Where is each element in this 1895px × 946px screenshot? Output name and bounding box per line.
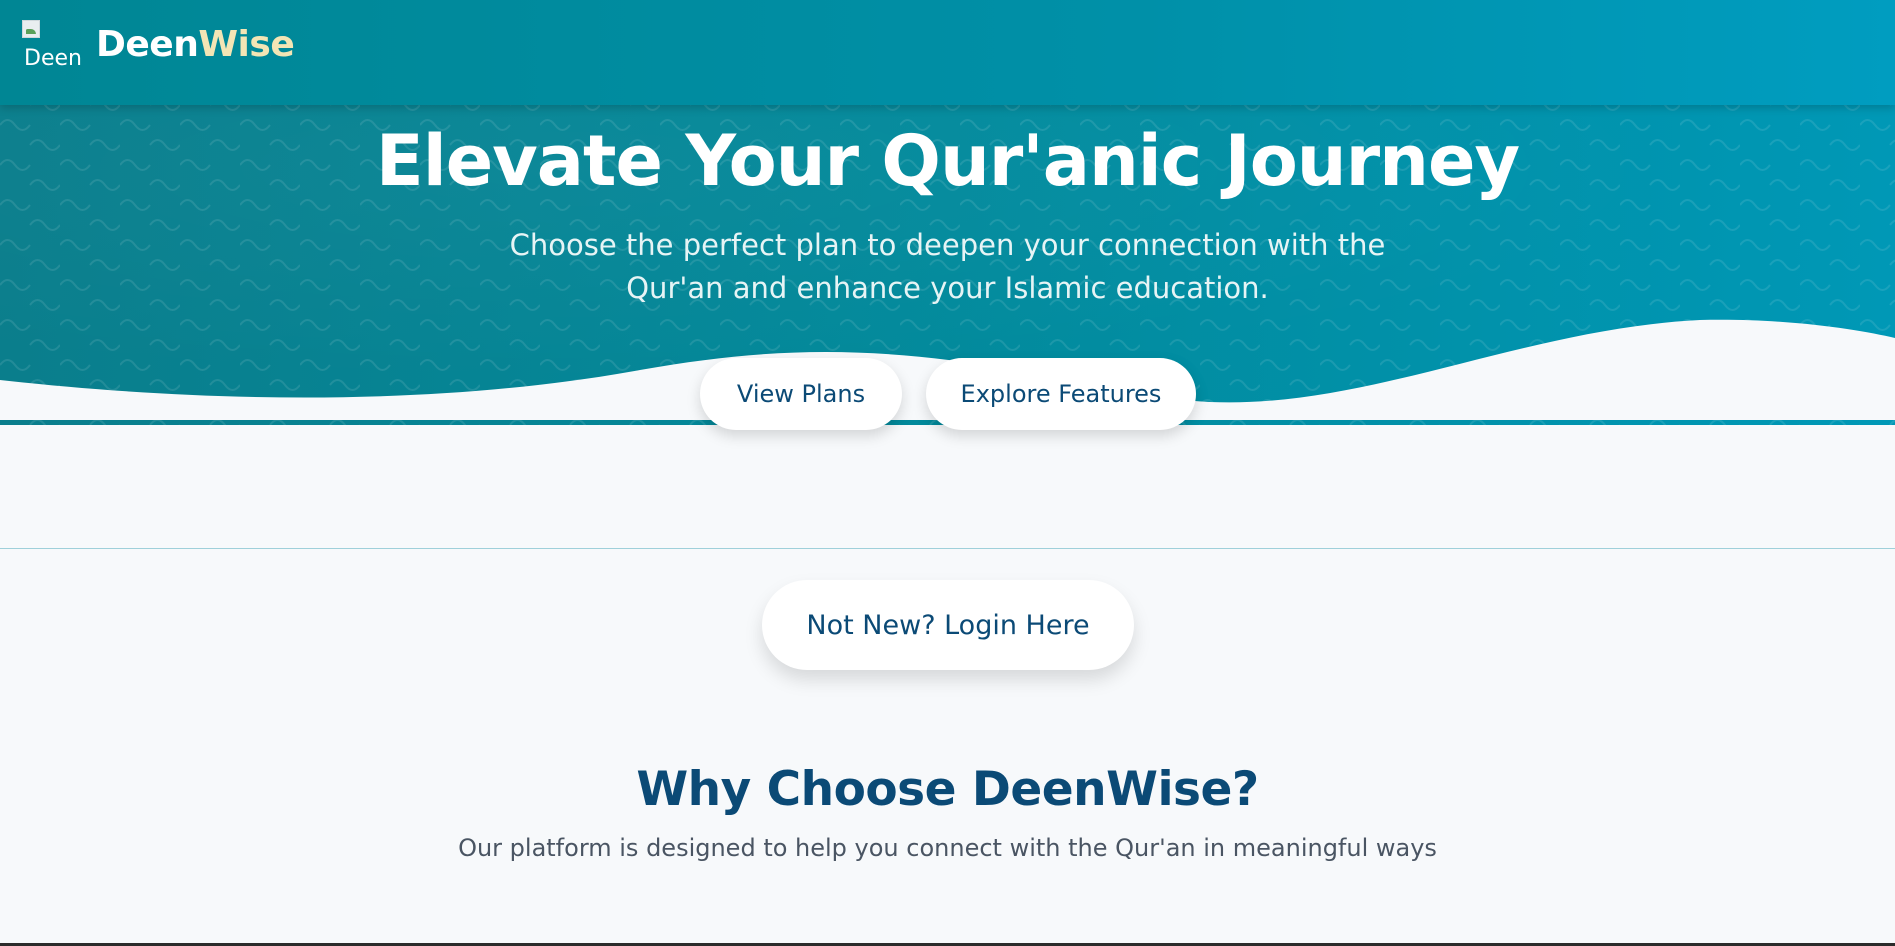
explore-features-button[interactable]: Explore Features [926, 358, 1196, 430]
brand-name-deen: Deen [96, 24, 199, 65]
view-plans-button[interactable]: View Plans [700, 358, 902, 430]
page: Deen DeenWise Elevate Your Qur'anic Jour… [0, 0, 1895, 946]
why-choose-subtitle: Our platform is designed to help you con… [458, 834, 1437, 862]
brand-name-wise: Wise [198, 24, 295, 65]
section-divider [0, 548, 1895, 549]
login-button[interactable]: Not New? Login Here [762, 580, 1134, 670]
logo-alt-text: Deen [24, 46, 82, 71]
broken-image-icon [22, 20, 40, 38]
hero-subtitle: Choose the perfect plan to deepen your c… [0, 224, 1895, 310]
hero-subtitle-line-2: Qur'an and enhance your Islamic educatio… [626, 271, 1269, 305]
hero-subtitle-line-1: Choose the perfect plan to deepen your c… [509, 228, 1386, 262]
logo-image[interactable]: Deen [22, 20, 88, 72]
top-navbar: Deen DeenWise [0, 0, 1895, 105]
hero-title: Elevate Your Qur'anic Journey [375, 120, 1520, 202]
why-choose-heading: Why Choose DeenWise? [636, 762, 1259, 817]
brand-name[interactable]: DeenWise [96, 24, 295, 65]
